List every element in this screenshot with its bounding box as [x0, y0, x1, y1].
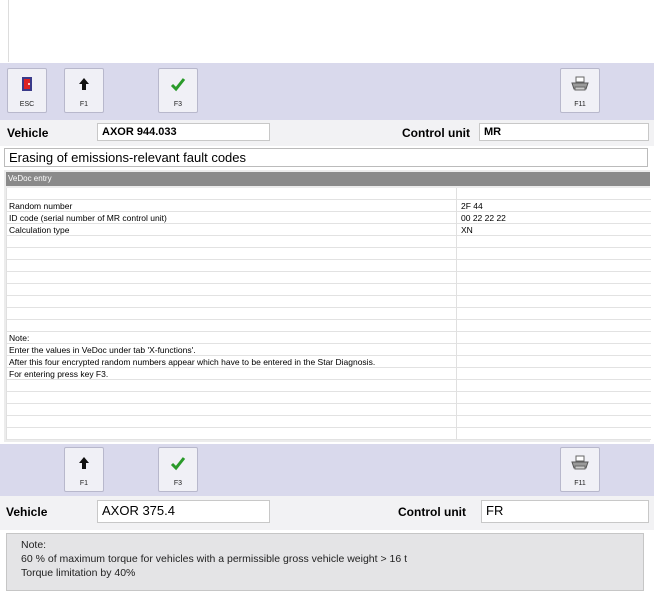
f11-key-label-bottom: F11 [574, 480, 586, 487]
table-row [7, 272, 651, 284]
vehicle-label: Vehicle [7, 126, 49, 140]
table-row [7, 392, 651, 404]
f11-print-button-bottom[interactable]: F11 [560, 447, 600, 492]
bottom-toolbar: F1 F3 F11 [0, 444, 654, 496]
row-value: 00 22 22 22 [461, 213, 506, 223]
vedoc-column-divider [456, 188, 457, 440]
printer-icon [561, 75, 599, 93]
f1-up-button-bottom[interactable]: F1 [64, 447, 104, 492]
vedoc-table: Random number 2F 44 ID code (serial number… [6, 188, 651, 440]
arrow-up-icon [65, 75, 103, 93]
vehicle-field: AXOR 944.033 [97, 123, 270, 141]
table-row [7, 236, 651, 248]
table-row [7, 188, 651, 200]
f1-key-label-bottom: F1 [79, 480, 89, 487]
note-box: Note: 60 % of maximum torque for vehicle… [6, 533, 644, 591]
f1-key-label: F1 [79, 101, 89, 108]
vehicle-label-bottom: Vehicle [6, 505, 48, 519]
f11-print-button[interactable]: F11 [560, 68, 600, 113]
table-row: For entering press key F3. [7, 368, 651, 380]
control-unit-field-bottom: FR [481, 500, 649, 523]
f1-up-button[interactable]: F1 [64, 68, 104, 113]
table-row: Note: [7, 332, 651, 344]
top-blank-panel [8, 0, 654, 62]
row-label: Enter the values in VeDoc under tab 'X-f… [9, 345, 196, 355]
table-row [7, 428, 651, 440]
row-value: 2F 44 [461, 201, 483, 211]
table-row: Enter the values in VeDoc under tab 'X-f… [7, 344, 651, 356]
f3-confirm-button-bottom[interactable]: F3 [158, 447, 198, 492]
row-label: After this four encrypted random numbers… [9, 357, 376, 367]
note-title: Note: [21, 539, 47, 551]
row-label: Calculation type [9, 225, 70, 235]
table-row: ID code (serial number of MR control uni… [7, 212, 651, 224]
table-row [7, 308, 651, 320]
row-label: ID code (serial number of MR control uni… [9, 213, 167, 223]
table-row: After this four encrypted random numbers… [7, 356, 651, 368]
checkmark-icon [159, 454, 197, 472]
note-line: 60 % of maximum torque for vehicles with… [21, 553, 408, 565]
vehicle-field-bottom: AXOR 375.4 [97, 500, 270, 523]
top-toolbar: ESC F1 F3 F11 [0, 63, 654, 120]
page-title: Erasing of emissions-relevant fault code… [4, 148, 648, 167]
control-unit-label: Control unit [402, 126, 470, 140]
bottom-vehicle-bar: Vehicle AXOR 375.4 Control unit FR [0, 496, 654, 530]
table-row [7, 320, 651, 332]
f3-confirm-button[interactable]: F3 [158, 68, 198, 113]
table-row [7, 296, 651, 308]
row-value: XN [461, 225, 473, 235]
control-unit-field: MR [479, 123, 649, 141]
esc-button[interactable]: ESC [7, 68, 47, 113]
checkmark-icon [159, 75, 197, 93]
table-row: Random number 2F 44 [7, 200, 651, 212]
top-vehicle-bar: Vehicle AXOR 944.033 Control unit MR [0, 120, 654, 146]
f3-key-label: F3 [173, 101, 183, 108]
table-row [7, 248, 651, 260]
table-row [7, 284, 651, 296]
table-row: Calculation type XN [7, 224, 651, 236]
table-row [7, 404, 651, 416]
printer-icon [561, 454, 599, 472]
exit-door-icon [8, 75, 46, 93]
row-label: Random number [9, 201, 73, 211]
f3-key-label-bottom: F3 [173, 480, 183, 487]
table-row [7, 380, 651, 392]
note-line: Torque limitation by 40% [21, 567, 136, 579]
table-row [7, 416, 651, 428]
vedoc-header: VeDoc entry [6, 172, 650, 186]
row-label: For entering press key F3. [9, 369, 109, 379]
table-row [7, 260, 651, 272]
f11-key-label: F11 [574, 101, 586, 108]
control-unit-label-bottom: Control unit [398, 505, 466, 519]
esc-key-label: ESC [19, 101, 35, 108]
arrow-up-icon [65, 454, 103, 472]
row-label: Note: [9, 333, 30, 343]
